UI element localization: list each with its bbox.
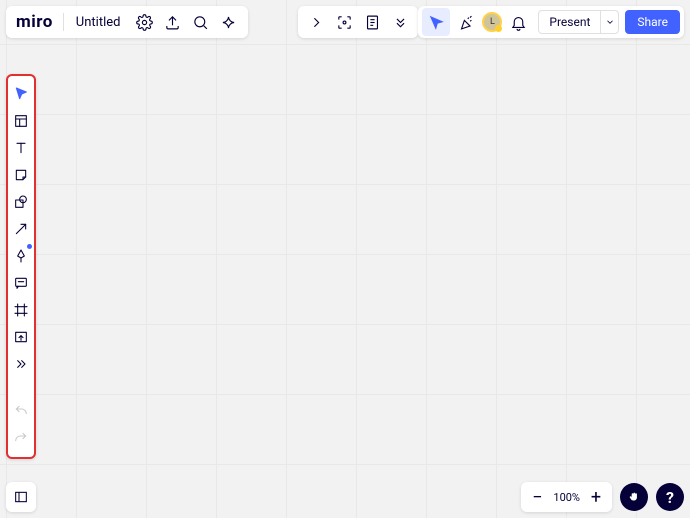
panel-icon xyxy=(13,489,29,505)
present-group: Present xyxy=(538,10,619,34)
upload-icon xyxy=(13,329,29,345)
zoom-controls: − 100% + xyxy=(521,482,612,512)
double-chevron-right-icon xyxy=(13,356,29,372)
sticky-note-tool[interactable] xyxy=(7,161,35,188)
chevron-right-icon xyxy=(308,14,325,31)
gear-icon xyxy=(136,14,153,31)
board-title[interactable]: Untitled xyxy=(66,15,131,30)
sparkle-icon xyxy=(220,14,237,31)
double-chevron-down-icon xyxy=(392,14,409,31)
zoom-level[interactable]: 100% xyxy=(549,491,584,504)
chevron-down-icon xyxy=(605,17,615,27)
redo-icon xyxy=(13,432,29,448)
undo-icon xyxy=(13,405,29,421)
notifications-button[interactable] xyxy=(504,8,532,36)
focus-button[interactable] xyxy=(330,8,358,36)
shapes-tool[interactable] xyxy=(7,188,35,215)
zoom-out-button[interactable]: − xyxy=(525,483,549,511)
settings-button[interactable] xyxy=(130,8,158,36)
comment-icon xyxy=(13,275,29,291)
sticky-note-icon xyxy=(13,167,29,183)
header-center-toolbar xyxy=(298,6,418,38)
indicator-dot xyxy=(27,244,32,249)
user-avatar[interactable]: L xyxy=(482,12,502,32)
more-views-button[interactable] xyxy=(386,8,414,36)
hand-mode-button[interactable] xyxy=(620,483,648,511)
connection-line-tool[interactable] xyxy=(7,215,35,242)
cursor-mode-button[interactable] xyxy=(422,8,450,36)
help-button[interactable]: ? xyxy=(656,483,684,511)
header-left-toolbar: miro Untitled xyxy=(6,6,248,38)
panel-toggle-button[interactable] xyxy=(6,482,36,512)
arrow-icon xyxy=(13,221,29,237)
redo-button[interactable] xyxy=(7,426,35,453)
select-tool[interactable] xyxy=(7,80,35,107)
header-right-toolbar: L Present Share xyxy=(418,6,684,38)
zoom-in-button[interactable]: + xyxy=(584,483,608,511)
cursor-icon xyxy=(428,14,445,31)
comment-tool[interactable] xyxy=(7,269,35,296)
template-icon xyxy=(13,113,29,129)
pointer-icon xyxy=(13,86,29,102)
divider xyxy=(63,13,64,31)
left-toolbar xyxy=(6,74,36,459)
undo-button[interactable] xyxy=(7,399,35,426)
pen-tool[interactable] xyxy=(7,242,35,269)
ai-button[interactable] xyxy=(214,8,242,36)
notes-button[interactable] xyxy=(358,8,386,36)
shapes-icon xyxy=(13,194,29,210)
bottom-right-controls: − 100% + ? xyxy=(521,482,684,512)
frame-tool[interactable] xyxy=(7,296,35,323)
export-button[interactable] xyxy=(158,8,186,36)
present-button[interactable]: Present xyxy=(539,15,600,29)
canvas[interactable] xyxy=(0,0,690,518)
search-icon xyxy=(192,14,209,31)
pen-icon xyxy=(13,248,29,264)
frame-icon xyxy=(13,302,29,318)
search-button[interactable] xyxy=(186,8,214,36)
hand-icon xyxy=(627,490,641,504)
collapse-button[interactable] xyxy=(302,8,330,36)
upload-tool[interactable] xyxy=(7,323,35,350)
focus-icon xyxy=(336,14,353,31)
export-icon xyxy=(164,14,181,31)
text-icon xyxy=(13,140,29,156)
party-icon xyxy=(458,14,475,31)
more-tools[interactable] xyxy=(7,350,35,377)
templates-tool[interactable] xyxy=(7,107,35,134)
document-icon xyxy=(364,14,381,31)
miro-logo[interactable]: miro xyxy=(12,12,61,32)
bell-icon xyxy=(510,14,527,31)
reactions-button[interactable] xyxy=(452,8,480,36)
present-dropdown[interactable] xyxy=(600,11,618,33)
share-button[interactable]: Share xyxy=(625,10,680,34)
text-tool[interactable] xyxy=(7,134,35,161)
